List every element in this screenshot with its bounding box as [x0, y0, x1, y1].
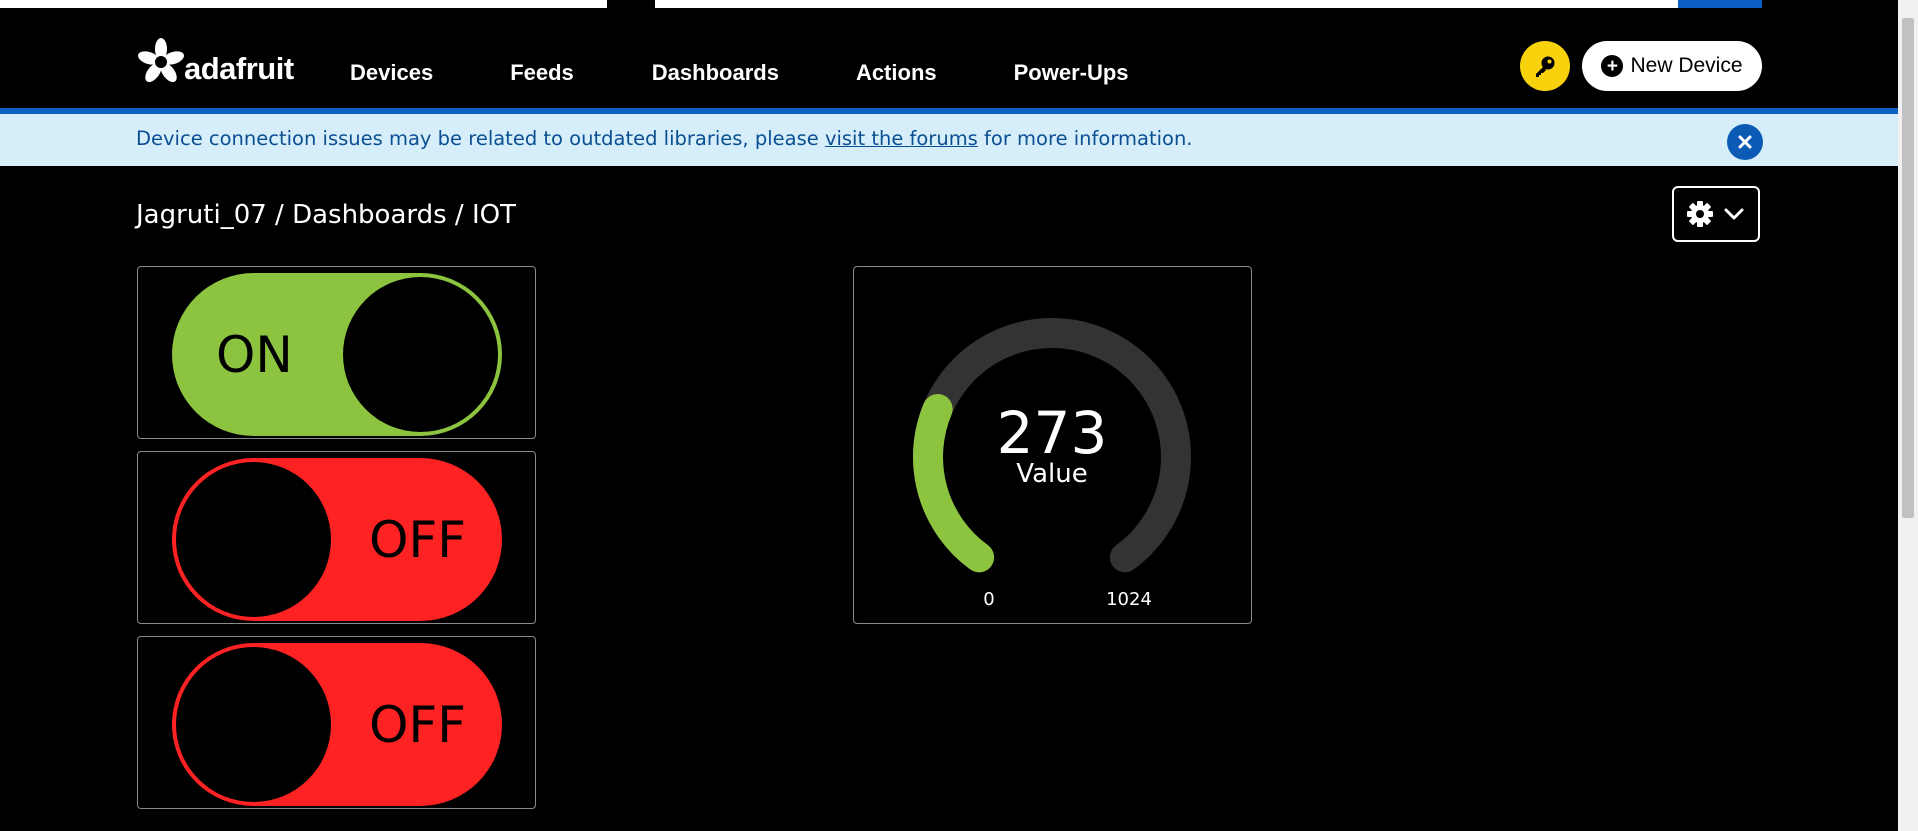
chevron-down-icon [1724, 208, 1744, 220]
toggle-knob [176, 647, 331, 802]
toggle-knob [176, 462, 331, 617]
gauge-block: 273 Value 0 1024 [853, 266, 1252, 624]
toggle-block: OFF [137, 636, 536, 809]
toggle-switch[interactable]: OFF [172, 458, 502, 621]
page-scrollbar[interactable] [1898, 0, 1918, 831]
gear-icon [1687, 201, 1713, 227]
gauge-value: 273 [997, 399, 1108, 467]
top-strip-segment [0, 0, 607, 8]
toggle-switch[interactable]: ON [172, 273, 502, 436]
key-icon [1536, 56, 1555, 77]
gauge-fill [913, 393, 995, 573]
new-device-button[interactable]: + New Device [1582, 41, 1762, 91]
nav-devices[interactable]: Devices [350, 60, 433, 86]
nav-dashboards[interactable]: Dashboards [652, 60, 779, 86]
close-icon [1738, 135, 1752, 149]
toggle-block: ON [137, 266, 536, 439]
banner-text-before: Device connection issues may be related … [136, 127, 825, 150]
plus-circle-icon: + [1601, 55, 1624, 77]
nav-power-ups[interactable]: Power-Ups [1014, 60, 1129, 86]
new-device-label: New Device [1630, 54, 1743, 77]
toggle-label: OFF [369, 695, 466, 754]
banner-message: Device connection issues may be related … [136, 127, 1193, 150]
toggle-label: ON [216, 325, 293, 384]
gauge-max-label: 1024 [1106, 589, 1152, 610]
toggle-label: OFF [369, 510, 466, 569]
nav-actions[interactable]: Actions [856, 60, 937, 86]
site-header: adafruit Devices Feeds Dashboards Action… [0, 8, 1898, 108]
breadcrumb: Jagruti_07 / Dashboards / IOT [136, 200, 516, 230]
toggle-switch[interactable]: OFF [172, 643, 502, 806]
main-nav: Devices Feeds Dashboards Actions Power-U… [350, 60, 1206, 86]
browser-top-strip [0, 0, 1918, 8]
adafruit-flower-icon [138, 38, 184, 83]
toggle-block: OFF [137, 451, 536, 624]
visit-forums-link[interactable]: visit the forums [825, 127, 978, 150]
banner-close-button[interactable] [1727, 124, 1763, 160]
gauge-label: Value [1016, 459, 1087, 489]
logo-wordmark: adafruit [184, 51, 294, 86]
top-strip-segment [655, 0, 1678, 8]
toggle-knob [343, 277, 498, 432]
gauge-min-label: 0 [983, 589, 994, 610]
nav-feeds[interactable]: Feeds [510, 60, 574, 86]
api-key-button[interactable] [1520, 41, 1570, 91]
dashboard-settings-button[interactable] [1672, 186, 1760, 242]
adafruit-logo[interactable]: adafruit [136, 34, 294, 90]
gauge: 273 Value 0 1024 [913, 318, 1191, 610]
banner-text-after: for more information. [977, 127, 1193, 150]
notice-banner: Device connection issues may be related … [0, 114, 1898, 166]
scrollbar-thumb[interactable] [1902, 18, 1914, 518]
top-strip-segment [1678, 0, 1762, 8]
